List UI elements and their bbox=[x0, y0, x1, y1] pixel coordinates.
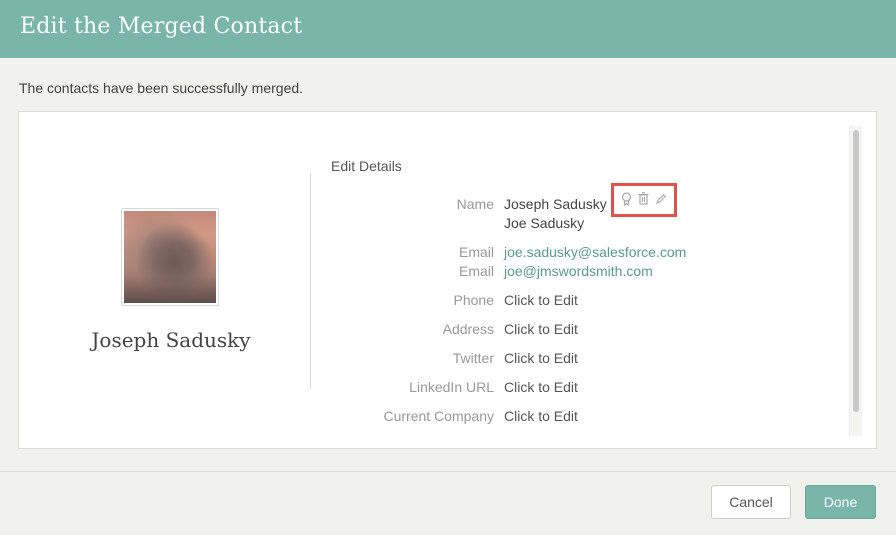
twitter-edit-field[interactable]: Click to Edit bbox=[504, 350, 578, 366]
phone-label: Phone bbox=[453, 292, 494, 308]
company-label: Current Company bbox=[383, 408, 495, 424]
contact-card: Joseph Sadusky Edit Details Name Joseph … bbox=[18, 111, 877, 449]
done-button[interactable]: Done bbox=[805, 485, 876, 519]
address-edit-field[interactable]: Click to Edit bbox=[504, 321, 578, 337]
address-label: Address bbox=[442, 321, 494, 337]
dialog-title: Edit the Merged Contact bbox=[20, 14, 303, 39]
email-label: Email bbox=[458, 244, 494, 260]
email-value[interactable]: joe@jmswordsmith.com bbox=[504, 263, 653, 279]
twitter-row: Twitter Click to Edit bbox=[319, 350, 719, 370]
card-scrollbar[interactable] bbox=[849, 126, 862, 436]
linkedin-row: LinkedIn URL Click to Edit bbox=[319, 379, 719, 399]
phone-edit-field[interactable]: Click to Edit bbox=[504, 292, 578, 308]
merge-success-message: The contacts have been successfully merg… bbox=[19, 80, 304, 96]
contact-photo[interactable] bbox=[121, 208, 219, 306]
name-value-primary[interactable]: Joseph Sadusky bbox=[504, 196, 607, 212]
company-edit-field[interactable]: Click to Edit bbox=[504, 408, 578, 424]
name-row-alt: Joe Sadusky bbox=[319, 215, 719, 235]
trash-icon[interactable] bbox=[638, 192, 649, 208]
company-row: Current Company Click to Edit bbox=[319, 408, 719, 428]
pencil-icon[interactable] bbox=[655, 193, 667, 208]
scrollbar-thumb[interactable] bbox=[853, 130, 859, 412]
name-value-secondary[interactable]: Joe Sadusky bbox=[504, 215, 584, 231]
linkedin-label: LinkedIn URL bbox=[409, 379, 494, 395]
name-actions-highlight bbox=[611, 183, 677, 217]
badge-icon[interactable] bbox=[621, 191, 632, 209]
dialog-header: Edit the Merged Contact bbox=[0, 0, 896, 58]
email-row: Email joe.sadusky@salesforce.com bbox=[319, 244, 719, 264]
cancel-button[interactable]: Cancel bbox=[711, 485, 791, 519]
email-label: Email bbox=[458, 263, 494, 279]
email-row: Email joe@jmswordsmith.com bbox=[319, 263, 719, 283]
email-value[interactable]: joe.sadusky@salesforce.com bbox=[504, 244, 686, 260]
name-label: Name bbox=[456, 196, 494, 212]
card-divider bbox=[310, 173, 311, 389]
address-row: Address Click to Edit bbox=[319, 321, 719, 341]
phone-row: Phone Click to Edit bbox=[319, 292, 719, 312]
linkedin-edit-field[interactable]: Click to Edit bbox=[504, 379, 578, 395]
contact-photo-image bbox=[124, 211, 216, 303]
footer-divider bbox=[0, 471, 896, 472]
edit-details-title: Edit Details bbox=[331, 158, 402, 174]
contact-display-name: Joseph Sadusky bbox=[91, 328, 251, 352]
twitter-label: Twitter bbox=[452, 350, 494, 366]
